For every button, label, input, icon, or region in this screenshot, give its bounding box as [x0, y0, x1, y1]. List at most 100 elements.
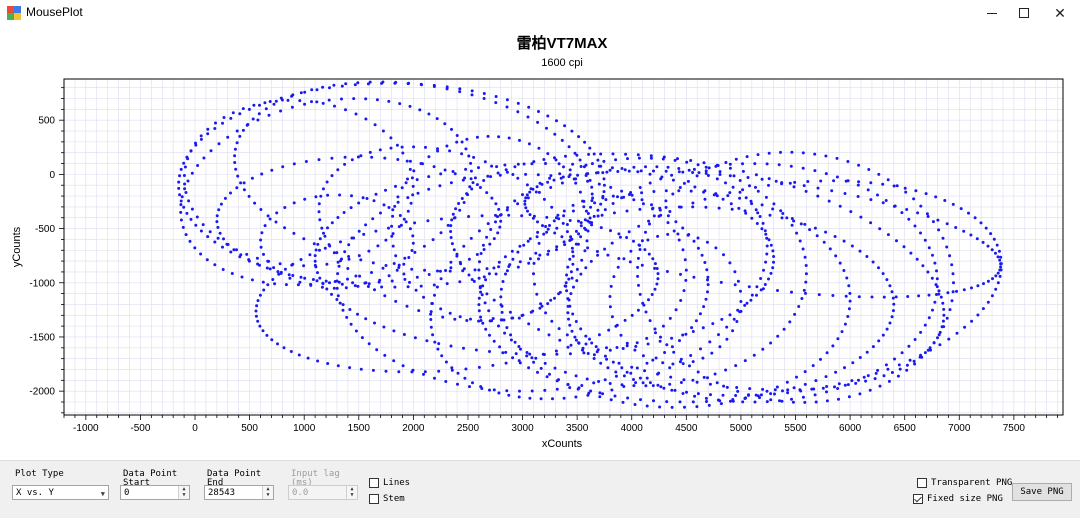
data-point — [630, 313, 634, 317]
data-point — [382, 203, 386, 207]
data-point — [719, 280, 723, 284]
data-point — [597, 182, 601, 186]
data-point — [668, 382, 672, 386]
data-point — [258, 103, 261, 107]
data-point — [402, 272, 406, 276]
data-point — [265, 333, 269, 337]
data-point — [821, 386, 825, 390]
data-point — [393, 285, 397, 289]
data-point — [328, 281, 331, 285]
data-point — [636, 170, 640, 174]
data-point — [834, 254, 838, 258]
data-point — [427, 187, 431, 191]
data-point — [927, 293, 931, 297]
data-point — [548, 372, 551, 376]
data-point — [771, 207, 775, 211]
data-point — [199, 252, 203, 256]
data-point — [567, 145, 571, 149]
data-point — [834, 370, 838, 374]
data-point — [182, 174, 186, 177]
save-png-button[interactable]: Save PNG — [1012, 483, 1072, 501]
data-point — [564, 154, 567, 158]
data-point — [890, 290, 894, 294]
checkbox-box-checked[interactable] — [913, 494, 923, 504]
data-point — [467, 215, 471, 218]
spinner-arrows-icon[interactable]: ▲ ▼ — [178, 486, 189, 499]
data-point — [674, 308, 678, 312]
data-point — [761, 347, 765, 351]
data-point — [725, 337, 729, 341]
data-point — [477, 303, 481, 307]
data-point — [310, 100, 313, 104]
data-point — [895, 184, 899, 188]
data-point — [772, 255, 776, 258]
checkbox-box[interactable] — [369, 478, 379, 488]
data-point — [932, 341, 936, 345]
transparent-png-checkbox[interactable]: Transparent PNG — [917, 478, 1012, 488]
data-point — [927, 316, 931, 320]
data-point — [605, 357, 609, 361]
data-point — [226, 135, 230, 139]
data-point — [625, 236, 629, 239]
data-point — [806, 180, 810, 183]
data-point — [610, 388, 614, 392]
close-icon[interactable]: ✕ — [1043, 0, 1077, 26]
data-point — [685, 390, 688, 394]
data-point — [717, 333, 720, 337]
data-point — [185, 211, 189, 215]
data-point — [813, 226, 817, 230]
data-point — [846, 383, 850, 387]
start-spinner[interactable]: 0 ▲ ▼ — [120, 485, 190, 500]
data-point — [462, 244, 466, 248]
data-point — [456, 382, 459, 386]
data-point — [555, 226, 559, 230]
plot-type-select[interactable]: X vs. Y ▼ — [12, 485, 109, 500]
data-point — [564, 281, 568, 285]
data-point — [760, 177, 764, 181]
data-point — [347, 243, 351, 247]
spinner-arrows-icon[interactable]: ▲ ▼ — [262, 486, 273, 499]
data-point — [280, 98, 284, 102]
data-point — [722, 384, 726, 388]
data-point — [391, 208, 395, 212]
data-point — [276, 342, 279, 346]
data-point — [781, 212, 785, 215]
data-point — [375, 98, 379, 102]
data-point — [837, 382, 841, 386]
data-point — [337, 264, 341, 268]
data-point — [241, 128, 245, 132]
end-value: 28543 — [208, 488, 236, 498]
data-point — [735, 320, 739, 323]
data-point — [609, 398, 613, 402]
data-point — [410, 176, 414, 180]
lines-checkbox[interactable]: Lines — [369, 478, 410, 488]
data-point — [813, 393, 817, 397]
data-point — [686, 233, 690, 237]
data-point — [558, 338, 562, 342]
data-point — [383, 353, 387, 357]
data-point — [546, 180, 550, 184]
data-point — [753, 162, 757, 166]
data-point — [262, 252, 265, 256]
data-point — [626, 157, 629, 161]
stem-checkbox[interactable]: Stem — [369, 494, 405, 504]
data-point — [856, 183, 860, 187]
data-point — [371, 261, 375, 265]
data-point — [702, 375, 706, 379]
end-spinner[interactable]: 28543 ▲ ▼ — [204, 485, 274, 500]
checkbox-box[interactable] — [369, 494, 379, 504]
data-point — [900, 211, 904, 215]
fixed-size-checkbox[interactable]: Fixed size PNG — [913, 494, 1003, 504]
data-point — [663, 351, 667, 354]
data-point — [553, 366, 557, 370]
data-point — [437, 342, 441, 346]
data-point — [814, 379, 818, 383]
data-point — [694, 319, 698, 323]
data-point — [615, 346, 619, 349]
maximize-icon[interactable] — [1007, 0, 1041, 26]
minimize-icon[interactable] — [975, 0, 1009, 26]
data-point — [519, 347, 522, 351]
data-point — [634, 381, 638, 385]
data-point — [229, 191, 232, 195]
checkbox-box[interactable] — [917, 478, 927, 488]
